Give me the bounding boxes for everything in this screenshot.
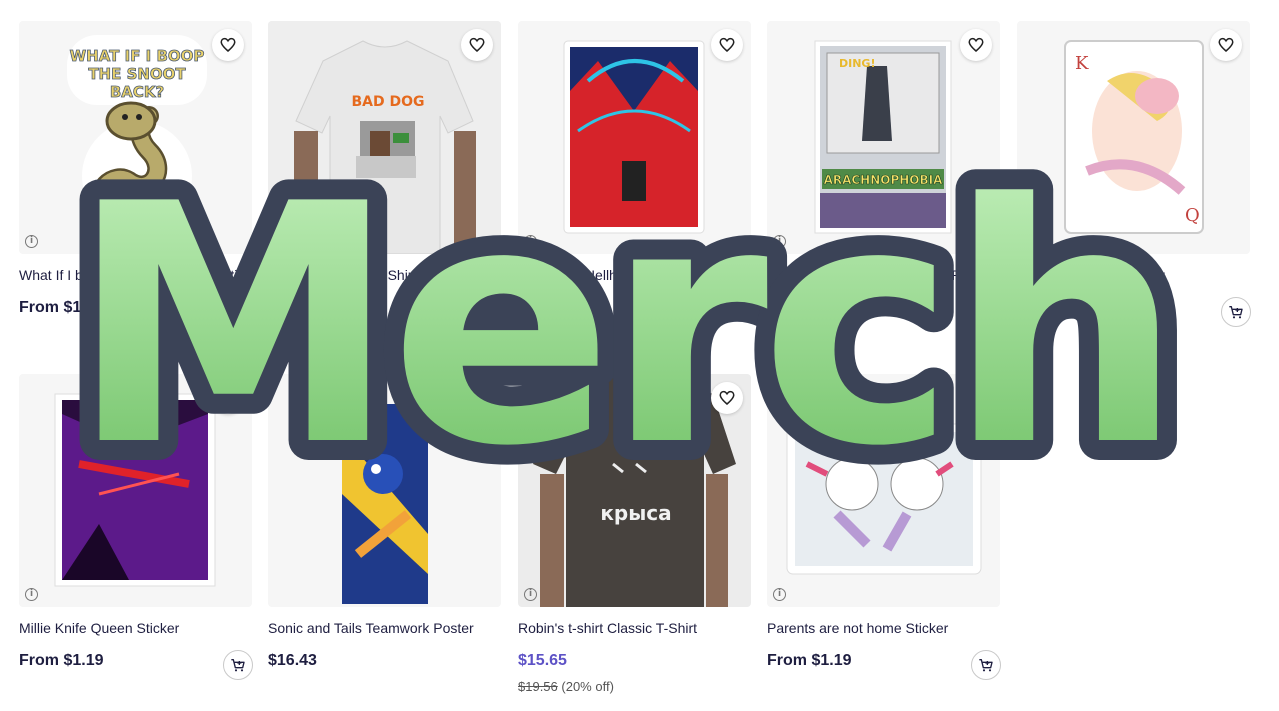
favorite-button[interactable] — [960, 29, 992, 61]
product-image[interactable]: i — [518, 21, 751, 254]
heart-icon — [968, 37, 984, 52]
info-icon[interactable]: i — [773, 588, 786, 601]
svg-text:DING!: DING! — [839, 57, 875, 70]
heart-icon — [1218, 37, 1234, 52]
add-to-cart-button[interactable] — [223, 650, 253, 680]
add-to-cart-icon — [979, 659, 993, 672]
artwork-caption: ARACHNOPHOBIA — [824, 173, 944, 187]
svg-text:THE SNOOT: THE SNOOT — [88, 65, 186, 83]
favorite-button[interactable] — [1210, 29, 1242, 61]
product-title[interactable]: Robin's t-shirt Classic T-Shirt — [518, 620, 751, 636]
info-icon[interactable]: i — [1023, 235, 1036, 248]
info-icon[interactable]: i — [274, 235, 287, 248]
favorite-button[interactable] — [711, 382, 743, 414]
heart-icon — [469, 37, 485, 52]
heart-icon — [220, 37, 236, 52]
product-title[interactable]: Vortex the Hellhound Sticker — [518, 267, 751, 283]
product-title[interactable]: Bad Dog Classic T-Shirt — [268, 267, 501, 283]
favorite-button[interactable] — [461, 29, 493, 61]
product-title[interactable]: Millie Knife Queen Sticker — [19, 620, 252, 636]
add-to-cart-icon — [1229, 306, 1243, 319]
add-to-cart-button[interactable] — [971, 650, 1001, 680]
product-image[interactable]: i — [19, 374, 252, 607]
product-title[interactable]: Parents are not home Sticker — [767, 620, 1000, 636]
add-to-cart-icon — [231, 659, 245, 672]
product-title[interactable]: Sonic and Tails Teamwork Poster — [268, 620, 501, 636]
original-price: $19.56 (20% off) — [518, 679, 614, 694]
svg-text:K: K — [1075, 53, 1089, 74]
artwork-caption: BAD DOG — [351, 94, 424, 110]
artwork-caption: крыса — [600, 501, 671, 525]
product-price: $16.43 — [268, 652, 317, 669]
product-image[interactable]: BAD DOG i — [268, 21, 501, 254]
product-title[interactable]: King and Queen Sticker — [1017, 267, 1250, 283]
product-title[interactable]: Arachnophobia Photographic Print — [767, 267, 1000, 283]
heart-icon — [719, 37, 735, 52]
product-price: From $1.19 — [19, 652, 104, 669]
product-artwork — [786, 423, 982, 575]
product-image[interactable]: крыса i — [518, 374, 751, 607]
info-icon[interactable]: i — [524, 588, 537, 601]
product-price: From $1.19 — [767, 652, 852, 669]
product-price: From $1.19 — [19, 299, 104, 316]
heart-icon — [469, 390, 485, 405]
discount-label: (20% off) — [561, 679, 614, 694]
product-title[interactable]: What If I boop The Snoot Back? Sticker — [19, 267, 252, 283]
favorite-button[interactable] — [212, 382, 244, 414]
info-icon[interactable]: i — [25, 235, 38, 248]
artwork-caption: WHAT IF I BOOP — [70, 47, 205, 65]
product-image[interactable]: i — [767, 374, 1000, 607]
favorite-button[interactable] — [212, 29, 244, 61]
sale-price: $15.65 — [518, 652, 567, 669]
product-image[interactable]: WHAT IF I BOOP THE SNOOT BACK? i — [19, 21, 252, 254]
svg-text:BACK?: BACK? — [110, 83, 164, 101]
heart-icon — [220, 390, 236, 405]
info-icon[interactable]: i — [25, 588, 38, 601]
favorite-button[interactable] — [461, 382, 493, 414]
heart-icon — [719, 390, 735, 405]
product-image[interactable] — [268, 374, 501, 607]
info-icon[interactable]: i — [773, 235, 786, 248]
info-icon[interactable]: i — [524, 235, 537, 248]
strikethrough-price: $19.56 — [518, 679, 558, 694]
product-image[interactable]: DING! ARACHNOPHOBIA i — [767, 21, 1000, 254]
svg-text:Q: Q — [1185, 205, 1200, 226]
product-image[interactable]: K Q i — [1017, 21, 1250, 254]
favorite-button[interactable] — [711, 29, 743, 61]
add-to-cart-button[interactable] — [1221, 297, 1251, 327]
